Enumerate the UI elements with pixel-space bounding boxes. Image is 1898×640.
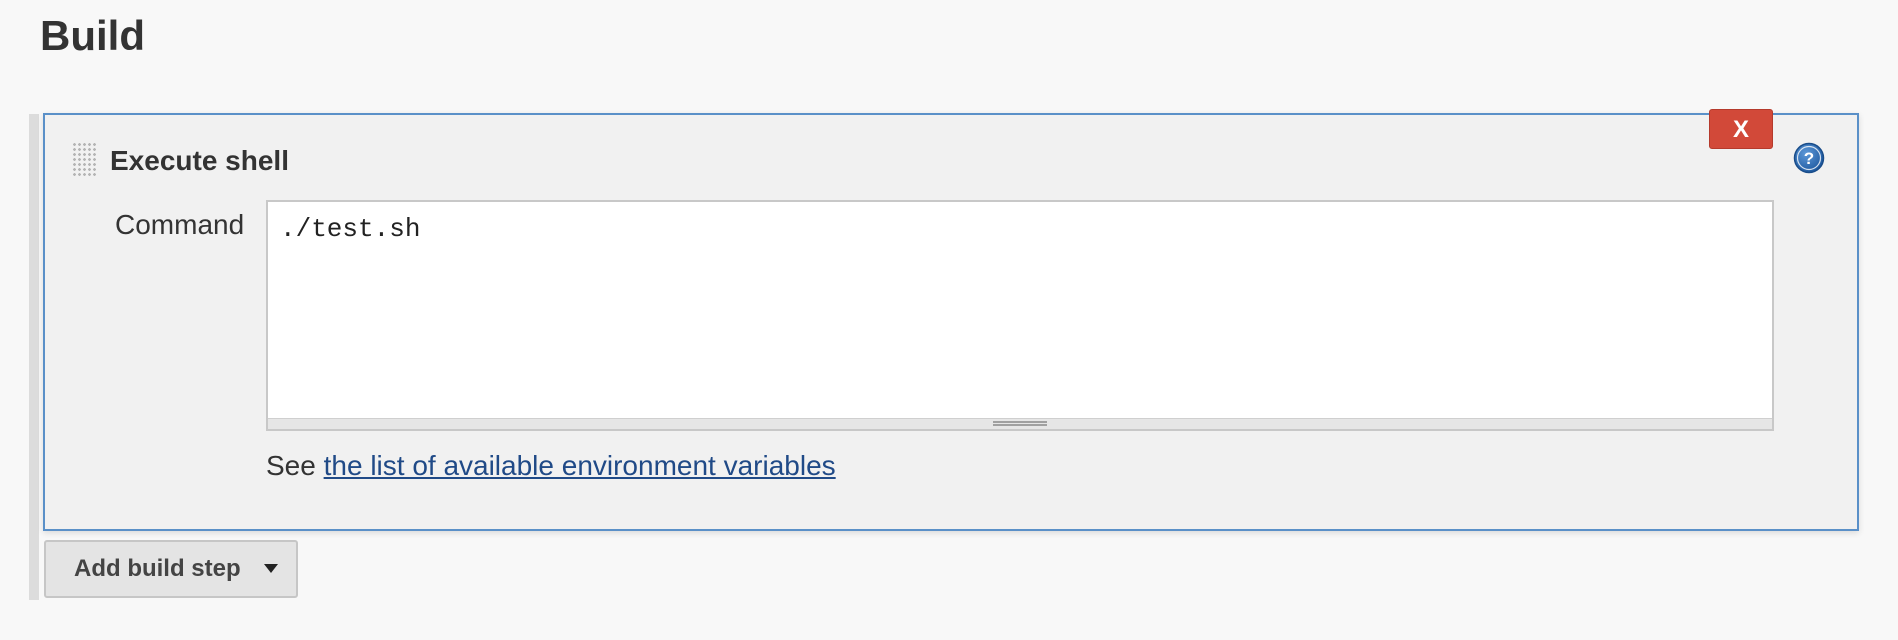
resize-grip-icon bbox=[993, 421, 1047, 426]
env-note-prefix: See bbox=[266, 450, 324, 481]
drag-handle-icon[interactable] bbox=[72, 142, 96, 178]
add-build-step-label: Add build step bbox=[74, 555, 241, 582]
command-label: Command bbox=[115, 209, 245, 240]
step-title: Execute shell bbox=[110, 145, 289, 176]
add-build-step-button[interactable]: Add build step bbox=[44, 540, 298, 598]
command-textarea[interactable]: ./test.sh bbox=[268, 202, 1772, 420]
textarea-resize-handle[interactable] bbox=[268, 418, 1772, 429]
help-icon[interactable]: ? bbox=[1793, 142, 1825, 174]
delete-step-button[interactable]: X bbox=[1709, 109, 1773, 149]
command-field-wrapper: ./test.sh bbox=[266, 200, 1774, 431]
svg-text:?: ? bbox=[1804, 149, 1814, 168]
execute-shell-step: Execute shell X ? Command ./test.sh See … bbox=[43, 109, 1859, 531]
env-variables-note: See the list of available environment va… bbox=[266, 446, 836, 486]
env-variables-link[interactable]: the list of available environment variab… bbox=[324, 450, 836, 481]
section-title: Build bbox=[40, 12, 145, 59]
section-rail bbox=[29, 114, 39, 600]
caret-down-icon bbox=[264, 564, 278, 573]
